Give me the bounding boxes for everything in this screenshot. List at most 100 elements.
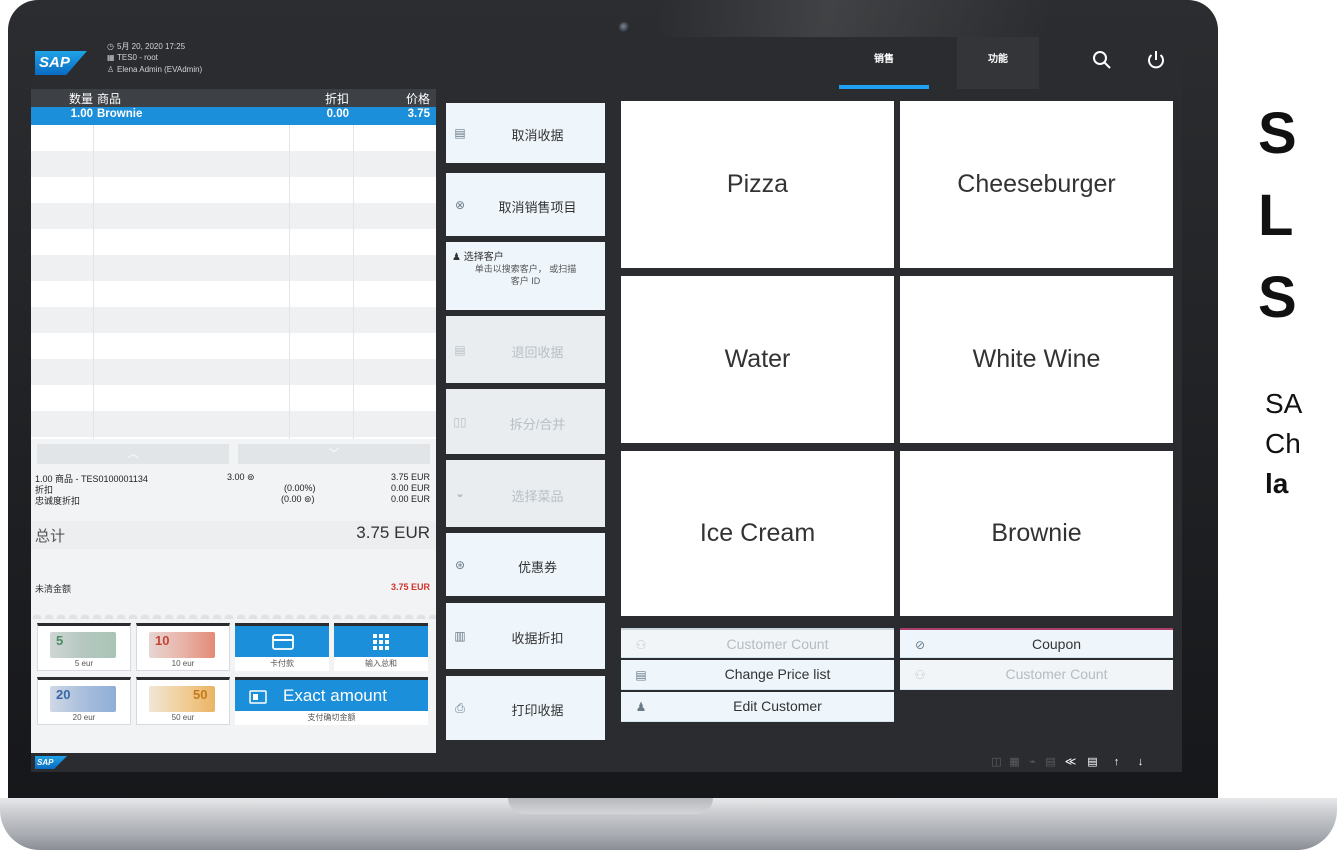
exact-amount-button[interactable]: Exact amount 支付确切金额 xyxy=(235,677,428,725)
customer-count-label-2: Customer Count xyxy=(1005,666,1108,682)
select-customer-title: ♟ 选择客户 xyxy=(452,248,504,263)
coupon-label: Coupon xyxy=(1031,636,1082,652)
arrow-down-icon[interactable]: ↓ xyxy=(1133,755,1148,770)
slide-title-line-2: L xyxy=(1258,183,1294,248)
outstanding-value: 3.75 EUR xyxy=(390,582,430,592)
coupon-button[interactable]: ⊘ Coupon xyxy=(900,628,1173,658)
cancel-item-icon: ⊗ xyxy=(454,197,466,212)
scroll-up-button[interactable]: ︿ xyxy=(37,444,229,464)
card-icon xyxy=(272,634,294,650)
edit-customer-button[interactable]: ♟ Edit Customer xyxy=(621,692,894,722)
printer-icon: ⎙ xyxy=(455,701,465,715)
return-icon: ▤ xyxy=(454,342,466,357)
database-icon[interactable]: ▤ xyxy=(1085,755,1100,770)
share-icon[interactable]: ≪ xyxy=(1063,755,1078,770)
cancel-receipt-button[interactable]: ▤ 取消收据 xyxy=(446,100,605,163)
banknote-20: 20 xyxy=(50,686,116,712)
people-icon: ⚇ xyxy=(914,668,926,682)
banknote-10: 10 xyxy=(149,632,215,658)
slide-text-line-1: SA xyxy=(1265,388,1303,419)
user-icon: ♙ xyxy=(107,65,115,74)
shell-bar: SAP ◷ 5月 20, 2020 17:25 ▦ TES0 - root ♙ Ele… xyxy=(31,37,1182,89)
print-receipt-button[interactable]: ⎙ 打印收据 xyxy=(446,673,605,740)
slide-title-line-3: S xyxy=(1258,265,1297,330)
col-discount: 折扣 xyxy=(324,92,349,106)
clock-icon: ◷ xyxy=(107,42,114,51)
receipt-discount-button[interactable]: ▥ 收据折扣 xyxy=(446,600,605,669)
receipt-icon: ▤ xyxy=(454,126,466,140)
line-qty: 1.00 xyxy=(70,108,93,120)
cash-10-label: 10 eur xyxy=(171,659,195,668)
coupon-action-label: 优惠券 xyxy=(517,559,557,575)
product-cheeseburger[interactable]: Cheeseburger xyxy=(900,98,1173,268)
change-price-list-label: Change Price list xyxy=(724,666,831,682)
sap-logo: SAP xyxy=(35,51,87,75)
laptop-notch xyxy=(508,798,713,814)
tab-sales[interactable]: 销售 xyxy=(839,37,929,89)
card-payment-button[interactable]: 卡付款 xyxy=(235,623,329,671)
summary-subtotal: 3.75 EUR xyxy=(390,472,430,482)
product-label: Brownie xyxy=(991,518,1082,547)
enter-total-label: 输入总和 xyxy=(334,657,428,671)
price-list-icon: ▤ xyxy=(635,668,647,682)
select-course-button[interactable]: ◒ 选择菜品 xyxy=(446,457,605,527)
product-ice-cream[interactable]: Ice Cream xyxy=(621,448,894,616)
receipt-tear-edge xyxy=(31,609,436,619)
line-price: 3.75 xyxy=(407,108,430,120)
summary-points: 3.00 ⊚ xyxy=(227,472,255,482)
search-icon[interactable] xyxy=(1091,49,1113,71)
receipt-empty-lines xyxy=(31,125,436,439)
col-qty: 数量 xyxy=(68,92,93,106)
power-icon[interactable] xyxy=(1145,49,1167,71)
coupon-action-button[interactable]: ⊛ 优惠券 xyxy=(446,530,605,596)
product-brownie[interactable]: Brownie xyxy=(900,448,1173,616)
banknote-50-value: 50 xyxy=(193,687,208,702)
product-label: White Wine xyxy=(972,344,1101,373)
banknote-5: 5 xyxy=(50,632,116,658)
dish-icon: ◒ xyxy=(456,486,464,501)
status-icon-4: ▤ xyxy=(1045,756,1056,768)
user-row: ♙ Elena Admin (EVAdmin) xyxy=(107,65,202,74)
cancel-receipt-label: 取消收据 xyxy=(511,128,564,143)
column-divider xyxy=(353,125,354,439)
cancel-sales-item-label: 取消销售项目 xyxy=(498,199,577,215)
customer-count-button-2[interactable]: ⚇ Customer Count xyxy=(900,660,1173,690)
product-water[interactable]: Water xyxy=(621,273,894,443)
return-receipt-label: 退回收据 xyxy=(511,344,564,360)
cash-50-button[interactable]: 50 50 eur xyxy=(136,677,230,725)
loyalty-points: (0.00 ⊚) xyxy=(281,494,315,504)
split-merge-label: 拆分/合并 xyxy=(509,416,566,432)
loyalty-value: 0.00 EUR xyxy=(390,494,430,504)
total-label: 总计 xyxy=(35,528,66,545)
discount-icon: ▥ xyxy=(454,629,466,643)
receipt-line-selected[interactable]: 1.00 Brownie 0.00 3.75 xyxy=(31,107,436,125)
product-pizza[interactable]: Pizza xyxy=(621,98,894,268)
return-receipt-button[interactable]: ▤ 退回收据 xyxy=(446,313,605,383)
total-value: 3.75 EUR xyxy=(356,523,430,542)
slide-title-line-1: S xyxy=(1258,101,1297,166)
cash-20-label: 20 eur xyxy=(72,713,96,722)
product-white-wine[interactable]: White Wine xyxy=(900,273,1173,443)
product-label: Cheeseburger xyxy=(957,169,1116,198)
change-price-list-button[interactable]: ▤ Change Price list xyxy=(621,660,894,690)
user: Elena Admin (EVAdmin) xyxy=(117,65,203,74)
cash-10-button[interactable]: 10 10 eur xyxy=(136,623,230,671)
tab-functions[interactable]: 功能 xyxy=(957,37,1039,89)
scroll-down-button[interactable]: ﹀ xyxy=(238,444,430,464)
camera xyxy=(619,22,630,33)
cancel-sales-item-button[interactable]: ⊗ 取消销售项目 xyxy=(446,170,605,236)
pos-screen: SAP ◷ 5月 20, 2020 17:25 ▦ TES0 - root ♙ Ele… xyxy=(31,37,1182,772)
cash-20-button[interactable]: 20 20 eur xyxy=(37,677,131,725)
enter-total-button[interactable]: 输入总和 xyxy=(334,623,428,671)
slide-text-line-2: Ch xyxy=(1265,428,1301,459)
select-course-label: 选择菜品 xyxy=(511,488,564,504)
select-customer-button[interactable]: ♟ 选择客户 单击以搜索客户， 或扫描 客户 ID xyxy=(446,239,605,310)
cash-5-button[interactable]: 5 5 eur xyxy=(37,623,131,671)
receipt-header: 数量 商品 折扣 价格 xyxy=(31,89,436,107)
status-icon-3: ⌁ xyxy=(1029,756,1036,768)
split-merge-button[interactable]: ▯▯ 拆分/合并 xyxy=(446,386,605,454)
arrow-up-icon[interactable]: ↑ xyxy=(1109,755,1124,770)
customer-count-button[interactable]: ⚇ Customer Count xyxy=(621,628,894,658)
col-price: 价格 xyxy=(405,92,430,106)
banknote-5-value: 5 xyxy=(56,633,64,648)
